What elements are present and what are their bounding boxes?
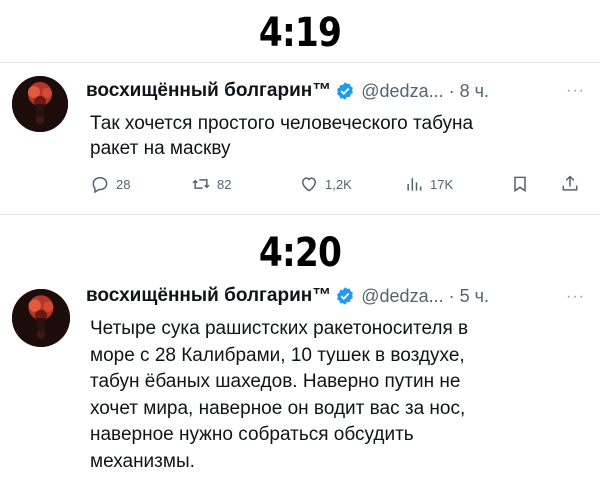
retweet-count: 82 xyxy=(217,176,232,192)
tweet-text: Четыре сука рашистских ракетоносителя в … xyxy=(90,316,590,475)
tweet-line: табун ёбаных шахедов. Наверно путин не xyxy=(90,371,461,392)
top-divider xyxy=(0,62,600,63)
avatar[interactable] xyxy=(12,76,68,132)
views-icon xyxy=(407,178,422,191)
views-count: 17K xyxy=(430,176,454,192)
time-header-second: 4:20 xyxy=(258,230,342,276)
bookmark-button[interactable] xyxy=(510,174,530,194)
like-count: 1,2K xyxy=(325,176,352,192)
reply-count: 28 xyxy=(116,176,131,192)
share-icon xyxy=(562,175,578,191)
tweet-line: ракет на маскву xyxy=(90,138,231,159)
share-button[interactable] xyxy=(560,174,580,194)
author-handle[interactable]: @dedza... xyxy=(361,286,443,307)
like-button[interactable]: 1,2K xyxy=(299,174,352,194)
reply-icon xyxy=(92,177,108,194)
heart-icon xyxy=(301,177,317,192)
bookmark-icon xyxy=(514,176,526,193)
more-options-icon[interactable]: ··· xyxy=(566,288,585,306)
tweet-line: наверное нужно собраться обсудить xyxy=(90,424,414,445)
author-row: восхищённый болгарин™ @dedza... · 5 ч. xyxy=(86,285,489,307)
verified-badge-icon xyxy=(337,82,354,100)
verified-badge-icon xyxy=(337,287,354,305)
retweet-button[interactable]: 82 xyxy=(191,174,231,194)
tweet-line: море с 28 Калибрами, 10 тушек в воздухе, xyxy=(90,344,465,366)
timestamp[interactable]: · 5 ч. xyxy=(449,286,489,307)
retweet-icon xyxy=(192,179,210,189)
avatar[interactable] xyxy=(12,289,70,347)
author-name[interactable]: восхищённый болгарин™ xyxy=(86,80,331,102)
reply-button[interactable]: 28 xyxy=(90,174,130,194)
tweet-line: хочет мира, наверное он водит вас за нос… xyxy=(90,397,466,419)
author-handle[interactable]: @dedza... xyxy=(361,81,443,102)
views-button[interactable]: 17K xyxy=(404,174,453,194)
tweet-line: Так хочется простого человеческого табун… xyxy=(90,113,474,134)
more-options-icon[interactable]: ··· xyxy=(566,82,585,100)
avatar-image xyxy=(12,289,70,347)
author-name[interactable]: восхищённый болгарин™ xyxy=(86,285,331,307)
tweet-line: Четыре сука рашистских ракетоносителя в xyxy=(90,318,469,339)
middle-divider xyxy=(0,214,600,215)
timestamp[interactable]: · 8 ч. xyxy=(449,81,489,102)
tweet-line: механизмы. xyxy=(90,450,195,472)
tweet-actions: 28 82 1,2K 17K xyxy=(90,174,590,196)
time-header-first: 4:19 xyxy=(258,10,342,56)
author-row: восхищённый болгарин™ @dedza... · 8 ч. xyxy=(86,80,489,102)
tweet-text: Так хочется простого человеческого табун… xyxy=(90,111,570,161)
avatar-image xyxy=(12,76,68,132)
